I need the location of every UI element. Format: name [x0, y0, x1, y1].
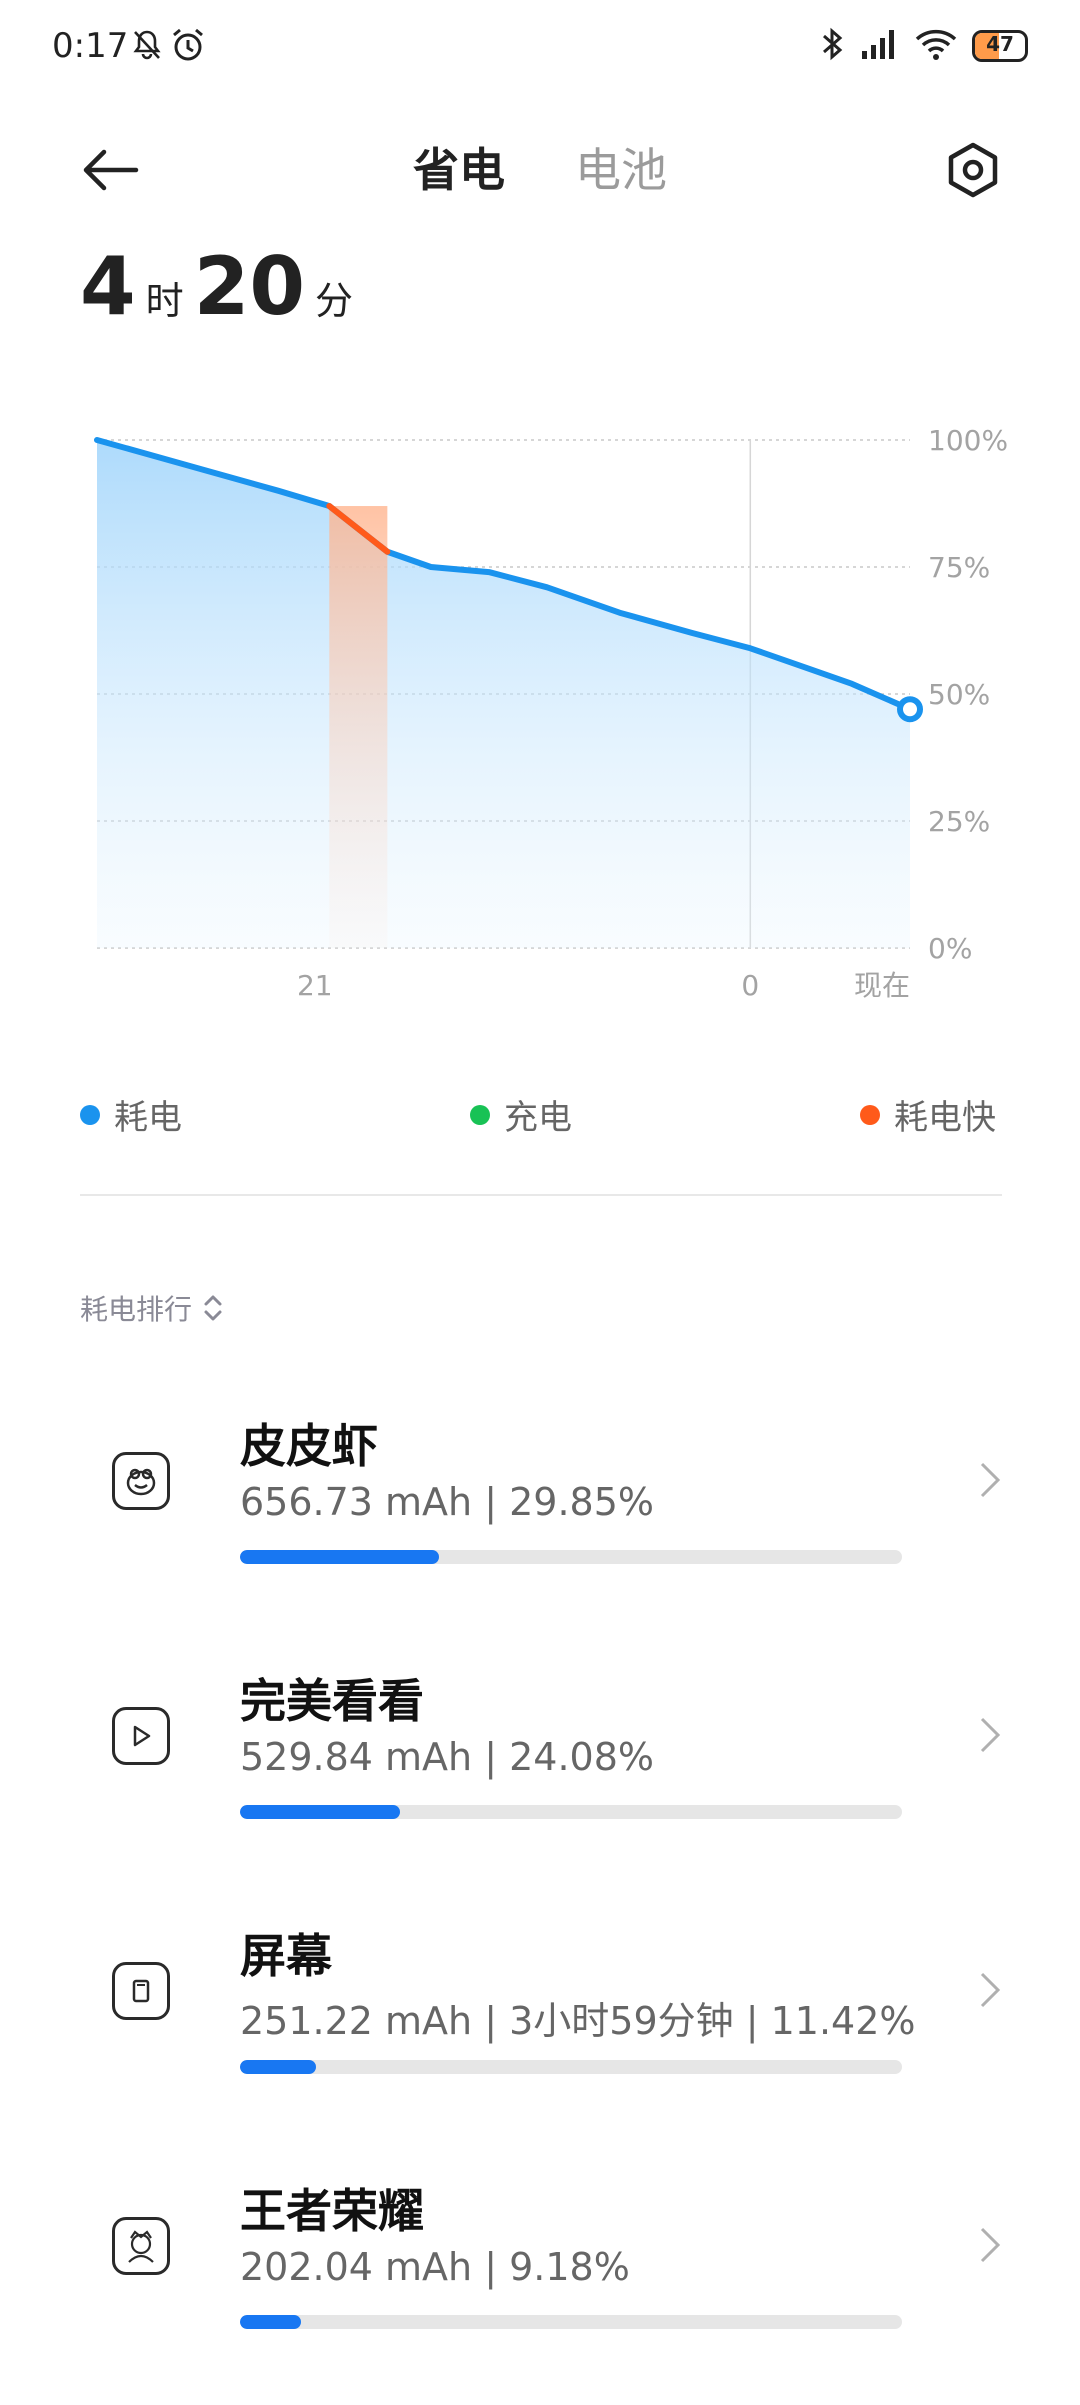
- list-item-screen[interactable]: 屏幕 251.22 mAh | 3小时59分钟 | 11.42%: [0, 1920, 1080, 2150]
- remaining-minutes: 20: [193, 240, 306, 333]
- list-item-wanmeikankan[interactable]: 完美看看 529.84 mAh | 24.08%: [0, 1665, 1080, 1895]
- app-usage-stats: 251.22 mAh | 3小时59分钟 | 11.42%: [240, 1999, 916, 2043]
- pipixia-app-icon: [112, 1452, 170, 1510]
- app-name: 完美看看: [240, 1674, 424, 1728]
- usage-bar-fill: [240, 2060, 316, 2074]
- legend-charge: 充电: [470, 1090, 572, 1139]
- gear-icon: [948, 142, 998, 198]
- chevron-right-icon: [980, 2227, 1001, 2263]
- app-usage-stats: 656.73 mAh | 29.85%: [240, 1480, 654, 1524]
- list-item-wangzherongyao[interactable]: 王者荣耀 202.04 mAh | 9.18%: [0, 2175, 1080, 2405]
- chevron-right-icon: [980, 1972, 1001, 2008]
- bluetooth-icon: [820, 26, 846, 66]
- settings-button[interactable]: [928, 125, 1018, 215]
- legend-charge-dot: [470, 1104, 490, 1125]
- signal-icon: [860, 27, 900, 65]
- remaining-minutes-unit: 分: [315, 279, 354, 323]
- app-name: 皮皮虾: [240, 1419, 378, 1473]
- usage-bar: [240, 1550, 902, 1564]
- legend-fast-drain-label: 耗电快: [894, 1098, 996, 1138]
- divider: [80, 1194, 1002, 1196]
- battery-chart: 100% 75% 50% 25% 0% 21 0 现在: [0, 410, 1080, 1050]
- alarm-icon: [170, 27, 206, 67]
- chevron-right-icon: [980, 1462, 1001, 1498]
- legend-drain: 耗电: [80, 1090, 182, 1139]
- usage-bar: [240, 2060, 902, 2074]
- usage-bar-fill: [240, 2315, 302, 2329]
- battery-level: 47: [986, 32, 1014, 56]
- legend-drain-label: 耗电: [114, 1098, 182, 1138]
- status-right-icons: 47: [820, 26, 1028, 66]
- tab-battery[interactable]: 电池: [575, 122, 667, 212]
- screen-icon: [112, 1962, 170, 2020]
- app-name: 王者荣耀: [240, 2184, 424, 2238]
- battery-chart-svg: 100% 75% 50% 25% 0% 21 0 现在: [94, 424, 1008, 1002]
- app-usage-stats: 202.04 mAh | 9.18%: [240, 2245, 630, 2289]
- y-tick-label: 50%: [928, 678, 990, 711]
- wifi-icon: [914, 27, 958, 65]
- y-tick-label: 75%: [928, 551, 990, 584]
- usage-bar: [240, 1805, 902, 1819]
- legend-drain-dot: [80, 1104, 100, 1125]
- ranking-title: 耗电排行: [80, 1293, 193, 1326]
- list-item-pipixia[interactable]: 皮皮虾 656.73 mAh | 29.85%: [0, 1410, 1080, 1640]
- status-time: 0:17: [52, 26, 129, 66]
- ranking-sort-button[interactable]: 耗电排行: [80, 1288, 224, 1328]
- game-app-icon: [112, 2217, 170, 2275]
- y-tick-label: 25%: [928, 805, 990, 838]
- mute-icon: [130, 28, 164, 66]
- status-bar: 0:17 47: [0, 0, 1080, 100]
- battery-area: [97, 440, 910, 948]
- remaining-time: 4 时 20 分: [80, 240, 353, 333]
- play-app-icon: [112, 1707, 170, 1765]
- current-point-marker: [897, 696, 923, 723]
- app-name: 屏幕: [240, 1929, 332, 1983]
- tab-bar: 省电 电池: [0, 122, 1080, 212]
- usage-bar-fill: [240, 1805, 401, 1819]
- x-tick-label: 21: [297, 969, 333, 1002]
- remaining-hours: 4: [80, 240, 136, 333]
- tab-power-saving[interactable]: 省电: [413, 122, 505, 212]
- usage-bar-fill: [240, 1550, 439, 1564]
- remaining-hours-unit: 时: [145, 279, 184, 323]
- app-usage-stats: 529.84 mAh | 24.08%: [240, 1735, 654, 1779]
- battery-icon: 47: [972, 30, 1028, 62]
- x-tick-label: 现在: [854, 969, 910, 1002]
- legend-fast-drain: 耗电快: [860, 1090, 996, 1139]
- y-tick-label: 0%: [928, 932, 972, 965]
- fast-drain-band: [329, 506, 388, 948]
- chevron-right-icon: [980, 1717, 1001, 1753]
- usage-bar: [240, 2315, 902, 2329]
- y-tick-label: 100%: [928, 424, 1008, 457]
- legend-fast-drain-dot: [860, 1104, 880, 1125]
- x-tick-label: 0: [741, 969, 759, 1002]
- sort-icon: [204, 1295, 222, 1321]
- legend-charge-label: 充电: [504, 1098, 572, 1138]
